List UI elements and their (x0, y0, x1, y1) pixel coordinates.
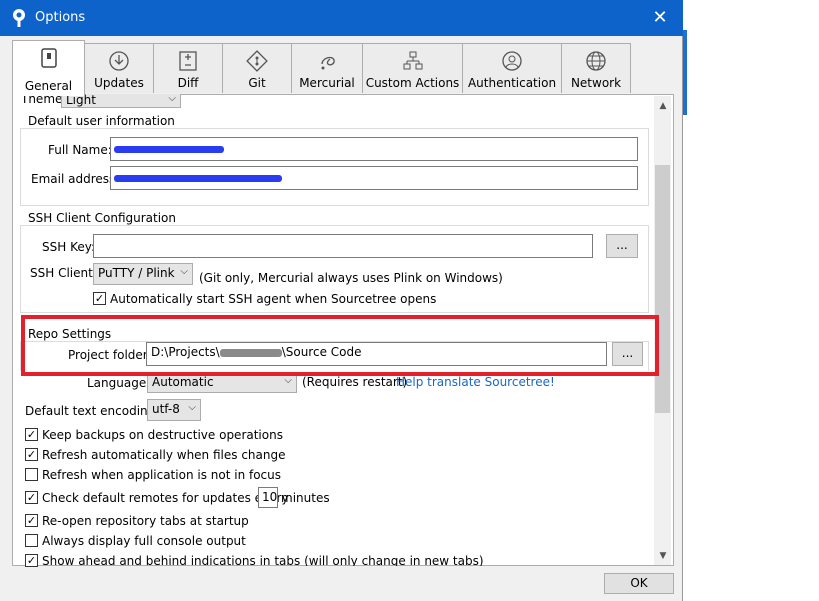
scroll-up-icon[interactable]: ▲ (656, 99, 670, 113)
tab-mercurial[interactable]: Mercurial (291, 43, 363, 93)
redaction-mark (114, 175, 282, 182)
auto-ssh-agent-label: Automatically start SSH agent when Sourc… (110, 292, 437, 306)
encoding-label: Default text encoding: (25, 404, 160, 418)
chevron-down-icon: ⌵ (168, 93, 176, 104)
tab-authentication[interactable]: Authentication (462, 43, 562, 93)
refresh-auto-label: Refresh automatically when files change (42, 448, 286, 462)
sourcetree-icon (13, 9, 25, 27)
ssh-key-browse-button[interactable]: ... (606, 234, 638, 258)
full-name-field[interactable] (110, 137, 638, 161)
auto-ssh-agent-checkbox[interactable]: ✓ (93, 292, 106, 305)
ssh-title: SSH Client Configuration (25, 211, 180, 225)
tab-diff[interactable]: Diff (153, 43, 223, 93)
custom-actions-icon (403, 51, 422, 70)
full-console-label: Always display full console output (42, 534, 246, 548)
git-icon (246, 50, 268, 72)
globe-icon (586, 51, 606, 71)
chevron-down-icon: ⌵ (188, 402, 196, 413)
tab-custom-actions[interactable]: Custom Actions (362, 43, 463, 93)
full-console-checkbox[interactable] (25, 534, 38, 547)
ahead-behind-label: Show ahead and behind indications in tab… (42, 554, 484, 568)
full-name-label: Full Name: (48, 143, 112, 157)
keep-backups-label: Keep backups on destructive operations (42, 428, 283, 442)
general-icon (40, 48, 57, 68)
ok-button[interactable]: OK (604, 573, 674, 594)
download-icon (109, 51, 129, 71)
ssh-client-value: PuTTY / Plink (98, 266, 175, 280)
encoding-value: utf-8 (152, 402, 180, 416)
title-bar: Options ✕ (0, 0, 683, 36)
user-info-title: Default user information (25, 114, 178, 128)
ssh-key-label: SSH Key: (42, 240, 95, 254)
reopen-tabs-checkbox[interactable]: ✓ (25, 514, 38, 527)
encoding-select[interactable]: utf-8 ⌵ (147, 399, 201, 421)
refresh-unfocused-checkbox[interactable] (25, 468, 38, 481)
tab-label: Authentication (467, 76, 557, 90)
ssh-client-note: (Git only, Mercurial always uses Plink o… (199, 271, 503, 285)
tab-general[interactable]: General (12, 40, 85, 96)
tab-label: Custom Actions (365, 76, 460, 90)
ssh-key-field[interactable] (93, 234, 593, 258)
scroll-down-icon[interactable]: ▼ (656, 549, 670, 563)
check-remotes-checkbox[interactable]: ✓ (25, 491, 38, 504)
email-label: Email address: (31, 172, 120, 186)
tab-label: Diff (177, 76, 199, 90)
tab-label: Git (248, 76, 266, 90)
tab-label: General (24, 79, 73, 93)
email-field[interactable] (110, 166, 638, 190)
language-value: Automatic (152, 375, 214, 389)
redaction-mark (114, 146, 224, 153)
close-button[interactable]: ✕ (648, 6, 672, 30)
chevron-down-icon: ⌵ (180, 266, 188, 277)
highlight-box (21, 315, 659, 376)
tab-label: Mercurial (299, 76, 355, 90)
ssh-client-select[interactable]: PuTTY / Plink ⌵ (93, 263, 193, 285)
user-icon (502, 51, 522, 71)
background-window-edge (683, 30, 687, 115)
minutes-label: minutes (281, 491, 330, 505)
language-note: (Requires restart) (302, 375, 408, 389)
check-remotes-minutes-input[interactable]: 10 (258, 487, 278, 508)
refresh-auto-checkbox[interactable]: ✓ (25, 448, 38, 461)
tab-updates[interactable]: Updates (84, 43, 154, 93)
tab-git[interactable]: Git (222, 43, 292, 93)
help-translate-link[interactable]: Help translate Sourcetree! (396, 375, 555, 389)
tab-network[interactable]: Network (561, 43, 631, 93)
reopen-tabs-label: Re-open repository tabs at startup (42, 514, 249, 528)
ssh-client-label: SSH Client: (30, 266, 97, 280)
diff-icon (179, 51, 197, 71)
ahead-behind-checkbox[interactable]: ✓ (25, 554, 38, 567)
check-remotes-label: Check default remotes for updates every (42, 491, 289, 505)
window-title: Options (35, 10, 86, 25)
mercurial-icon (321, 56, 335, 70)
language-label: Language: (87, 376, 151, 390)
tab-label: Updates (94, 76, 144, 90)
tab-label: Network (570, 76, 622, 90)
chevron-down-icon: ⌵ (284, 375, 292, 386)
close-icon: ✕ (652, 7, 668, 28)
refresh-unfocused-label: Refresh when application is not in focus (42, 468, 282, 482)
keep-backups-checkbox[interactable]: ✓ (25, 428, 38, 441)
